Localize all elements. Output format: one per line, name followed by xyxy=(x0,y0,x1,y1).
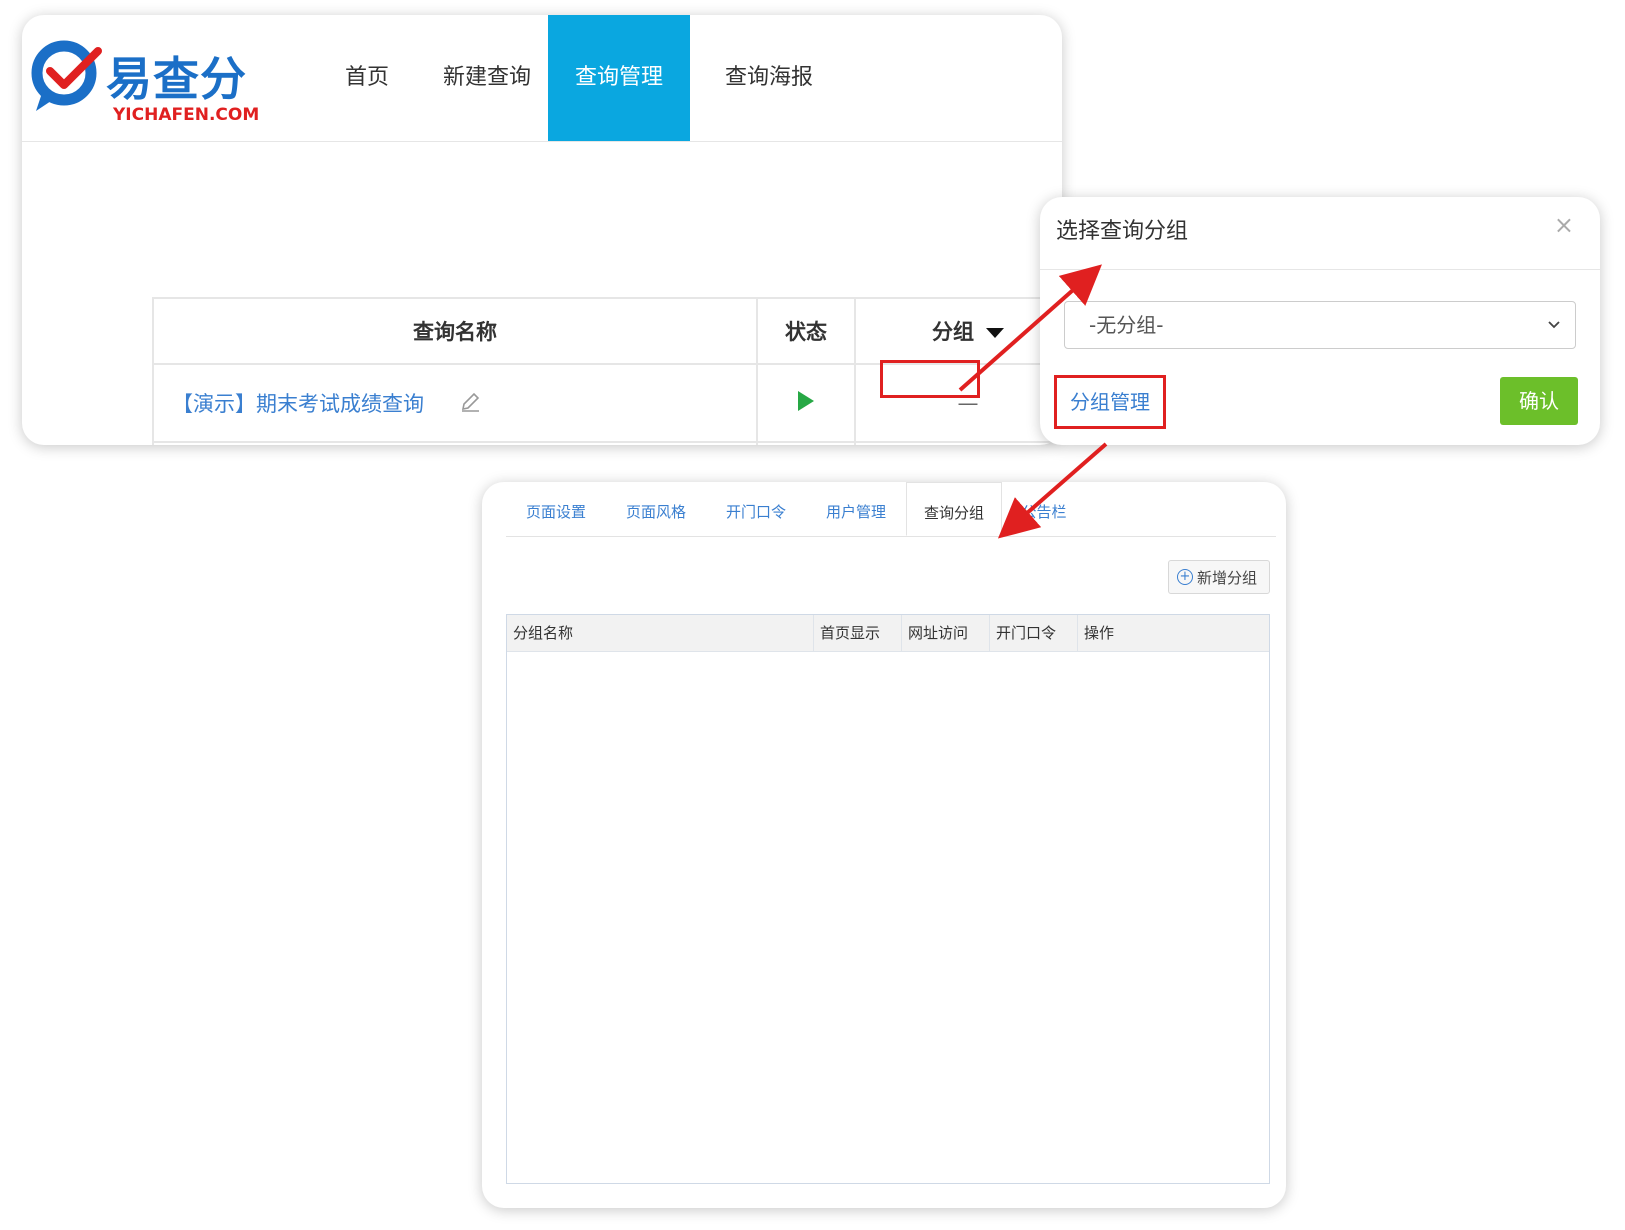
confirm-button[interactable]: 确认 xyxy=(1500,377,1578,425)
query-name-link[interactable]: 【演示】期末考试成绩查询 xyxy=(172,392,424,416)
logo-mark-icon xyxy=(31,40,102,111)
group-select-value: -无分组- xyxy=(1089,313,1164,337)
col-query-name: 查询名称 xyxy=(152,297,758,365)
col-group-label: 分组 xyxy=(932,320,974,344)
col-door-password: 开门口令 xyxy=(989,615,1078,651)
group-table: 分组名称 首页显示 网址访问 开门口令 操作 xyxy=(506,614,1270,1184)
col-group[interactable]: 分组 xyxy=(854,297,1062,365)
dialog-title: 选择查询分组 xyxy=(1056,219,1189,244)
yichafen-logo[interactable]: 易查分 YICHAFEN.COM xyxy=(28,37,268,127)
table-row xyxy=(152,441,1062,445)
top-header: 易查分 YICHAFEN.COM 首页 新建查询 查询管理 查询海报 xyxy=(22,15,1062,142)
tab-page-style[interactable]: 页面风格 xyxy=(606,482,706,536)
logo-domain-text: YICHAFEN.COM xyxy=(113,105,260,125)
query-name-cell: 【演示】期末考试成绩查询 xyxy=(152,363,758,443)
group-select[interactable]: -无分组- xyxy=(1064,301,1576,349)
col-actions: 操作 xyxy=(1077,615,1270,651)
tab-query-group[interactable]: 查询分组 xyxy=(906,482,1002,536)
chevron-down-icon xyxy=(1547,302,1561,366)
group-table-header: 分组名称 首页显示 网址访问 开门口令 操作 xyxy=(507,615,1269,652)
add-group-button[interactable]: + 新增分组 xyxy=(1168,560,1270,594)
col-url-access: 网址访问 xyxy=(901,615,990,651)
play-icon[interactable] xyxy=(798,390,814,411)
col-home-display: 首页显示 xyxy=(813,615,902,651)
tab-door-password[interactable]: 开门口令 xyxy=(706,482,806,536)
settings-tabs: 页面设置 页面风格 开门口令 用户管理 查询分组 公告栏 xyxy=(506,482,1276,537)
tab-page-settings[interactable]: 页面设置 xyxy=(506,482,606,536)
caret-down-icon[interactable] xyxy=(986,328,1004,338)
group-cell-highlight xyxy=(880,360,980,398)
nav-query-manage[interactable]: 查询管理 xyxy=(548,15,690,141)
nav-home[interactable]: 首页 xyxy=(332,15,402,141)
logo-brand-text: 易查分 xyxy=(106,52,247,106)
group-manage-link[interactable]: 分组管理 xyxy=(1054,375,1166,429)
select-group-dialog: 选择查询分组 × -无分组- 分组管理 确认 xyxy=(1040,197,1600,445)
col-status: 状态 xyxy=(756,297,856,365)
nav-query-poster[interactable]: 查询海报 xyxy=(714,15,824,141)
nav-new-query[interactable]: 新建查询 xyxy=(432,15,542,141)
edit-pencil-icon[interactable] xyxy=(459,391,481,418)
tab-user-manage[interactable]: 用户管理 xyxy=(806,482,906,536)
tab-bulletin[interactable]: 公告栏 xyxy=(1002,482,1086,536)
status-cell xyxy=(756,363,856,443)
query-group-panel: 页面设置 页面风格 开门口令 用户管理 查询分组 公告栏 + 新增分组 分组名称… xyxy=(482,482,1286,1208)
close-icon[interactable]: × xyxy=(1554,211,1574,239)
plus-circle-icon: + xyxy=(1177,569,1193,585)
dialog-divider xyxy=(1040,269,1600,270)
col-group-name: 分组名称 xyxy=(513,624,574,642)
add-group-label: 新增分组 xyxy=(1197,569,1258,587)
